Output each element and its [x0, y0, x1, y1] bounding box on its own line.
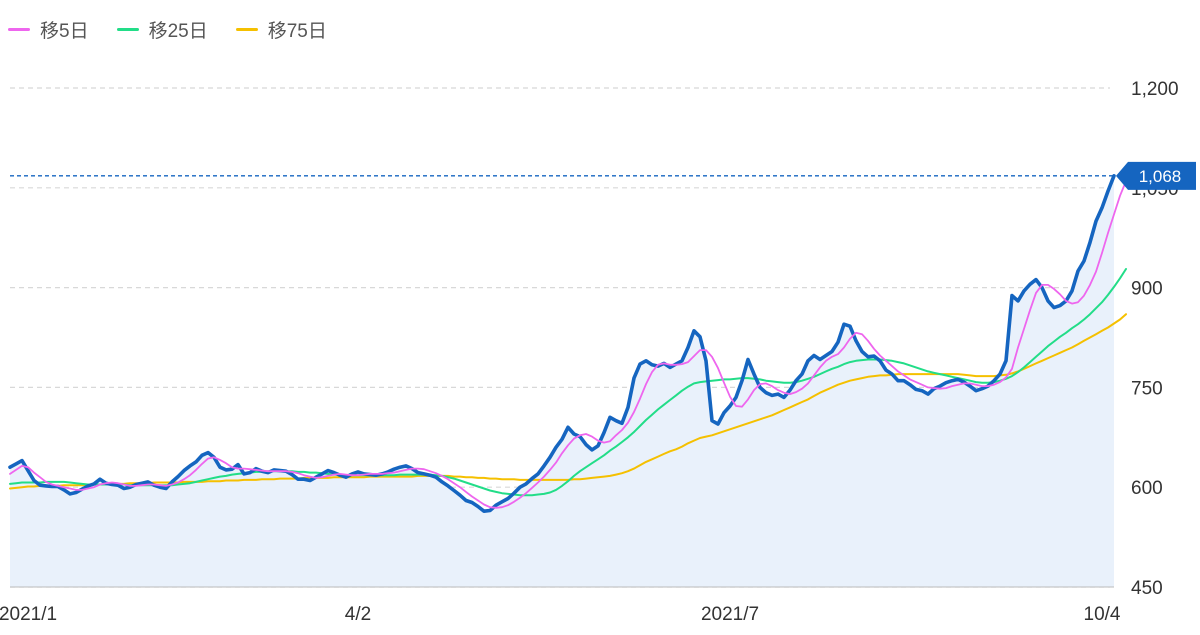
- x-tick-label: 10/4: [1084, 604, 1121, 625]
- stock-price-chart: 4506007509001,0501,2002021/14/22021/710/…: [0, 79, 1196, 625]
- y-tick-label-1200: 1,200: [1131, 79, 1179, 100]
- x-tick-label: 4/2: [345, 604, 371, 625]
- y-tick-label-450: 450: [1131, 578, 1163, 599]
- x-tick-label: 2021/1: [0, 604, 57, 625]
- y-tick-label-750: 750: [1131, 378, 1163, 399]
- badge-layer: 1,068: [10, 161, 1196, 190]
- current-price-label: 1,068: [1139, 167, 1182, 186]
- y-tick-label-900: 900: [1131, 279, 1163, 300]
- x-tick-label: 2021/7: [701, 604, 759, 625]
- y-tick-label-600: 600: [1131, 478, 1163, 499]
